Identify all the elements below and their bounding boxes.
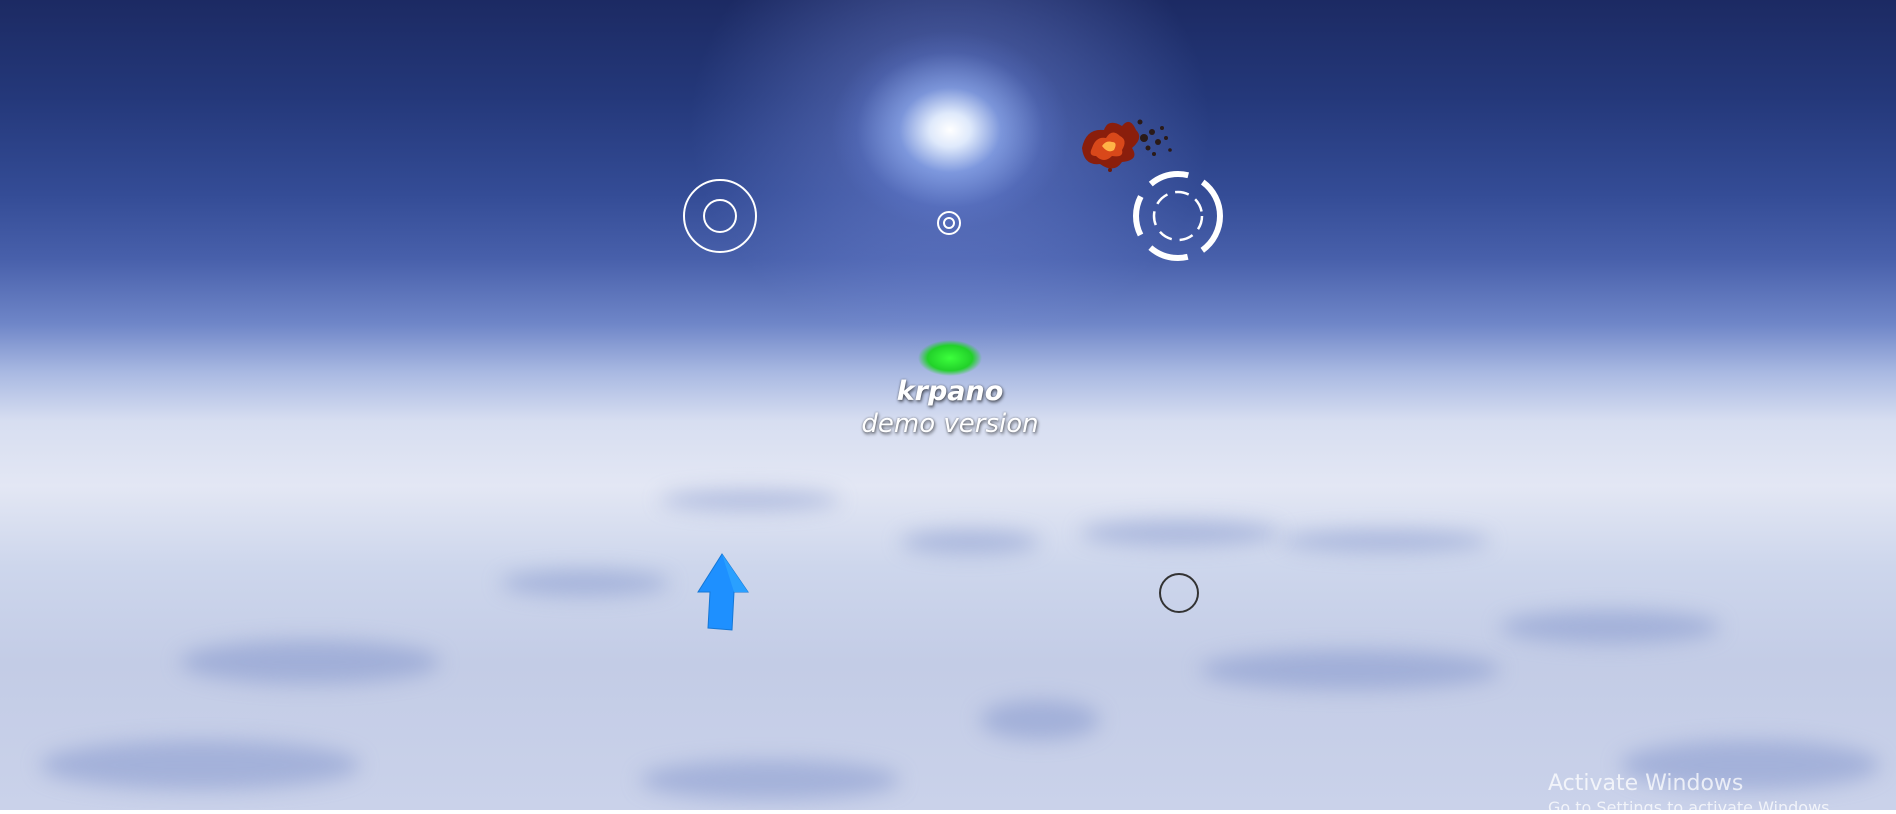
cloud-shape — [1200, 650, 1500, 690]
cloud-shape — [180, 640, 440, 684]
activate-windows-subtitle: Go to Settings to activate Windows. — [1548, 798, 1835, 810]
green-hotspot-icon[interactable] — [916, 338, 984, 378]
activate-windows-title: Activate Windows — [1548, 771, 1744, 796]
cloud-shape — [980, 700, 1100, 740]
cloud-shape — [640, 760, 900, 800]
cloud-shape — [1500, 610, 1720, 644]
panorama-viewer[interactable]: krpano demo version Activate Windows Go … — [0, 0, 1896, 810]
sun-glow — [830, 30, 1070, 230]
cloud-shape — [900, 530, 1040, 554]
dashed-ring-target-icon[interactable] — [1130, 168, 1226, 264]
cloud-shape — [500, 570, 670, 596]
krpano-logo: krpano demo version — [830, 376, 1070, 440]
dark-ring-icon[interactable] — [1158, 572, 1200, 614]
cloud-shape — [1080, 520, 1280, 546]
blue-arrow-up-icon[interactable] — [694, 552, 752, 632]
cloud-shape — [40, 740, 360, 790]
logo-name: krpano — [896, 376, 1004, 407]
logo-subtitle: demo version — [861, 409, 1039, 439]
activate-windows-watermark: Activate Windows Go to Settings to activ… — [1548, 770, 1896, 810]
small-ring-target-icon[interactable] — [936, 210, 962, 236]
bottom-edge — [0, 810, 1896, 814]
ring-target-icon[interactable] — [682, 178, 758, 254]
cloud-shape — [660, 490, 840, 510]
cloud-shape — [1280, 530, 1490, 552]
